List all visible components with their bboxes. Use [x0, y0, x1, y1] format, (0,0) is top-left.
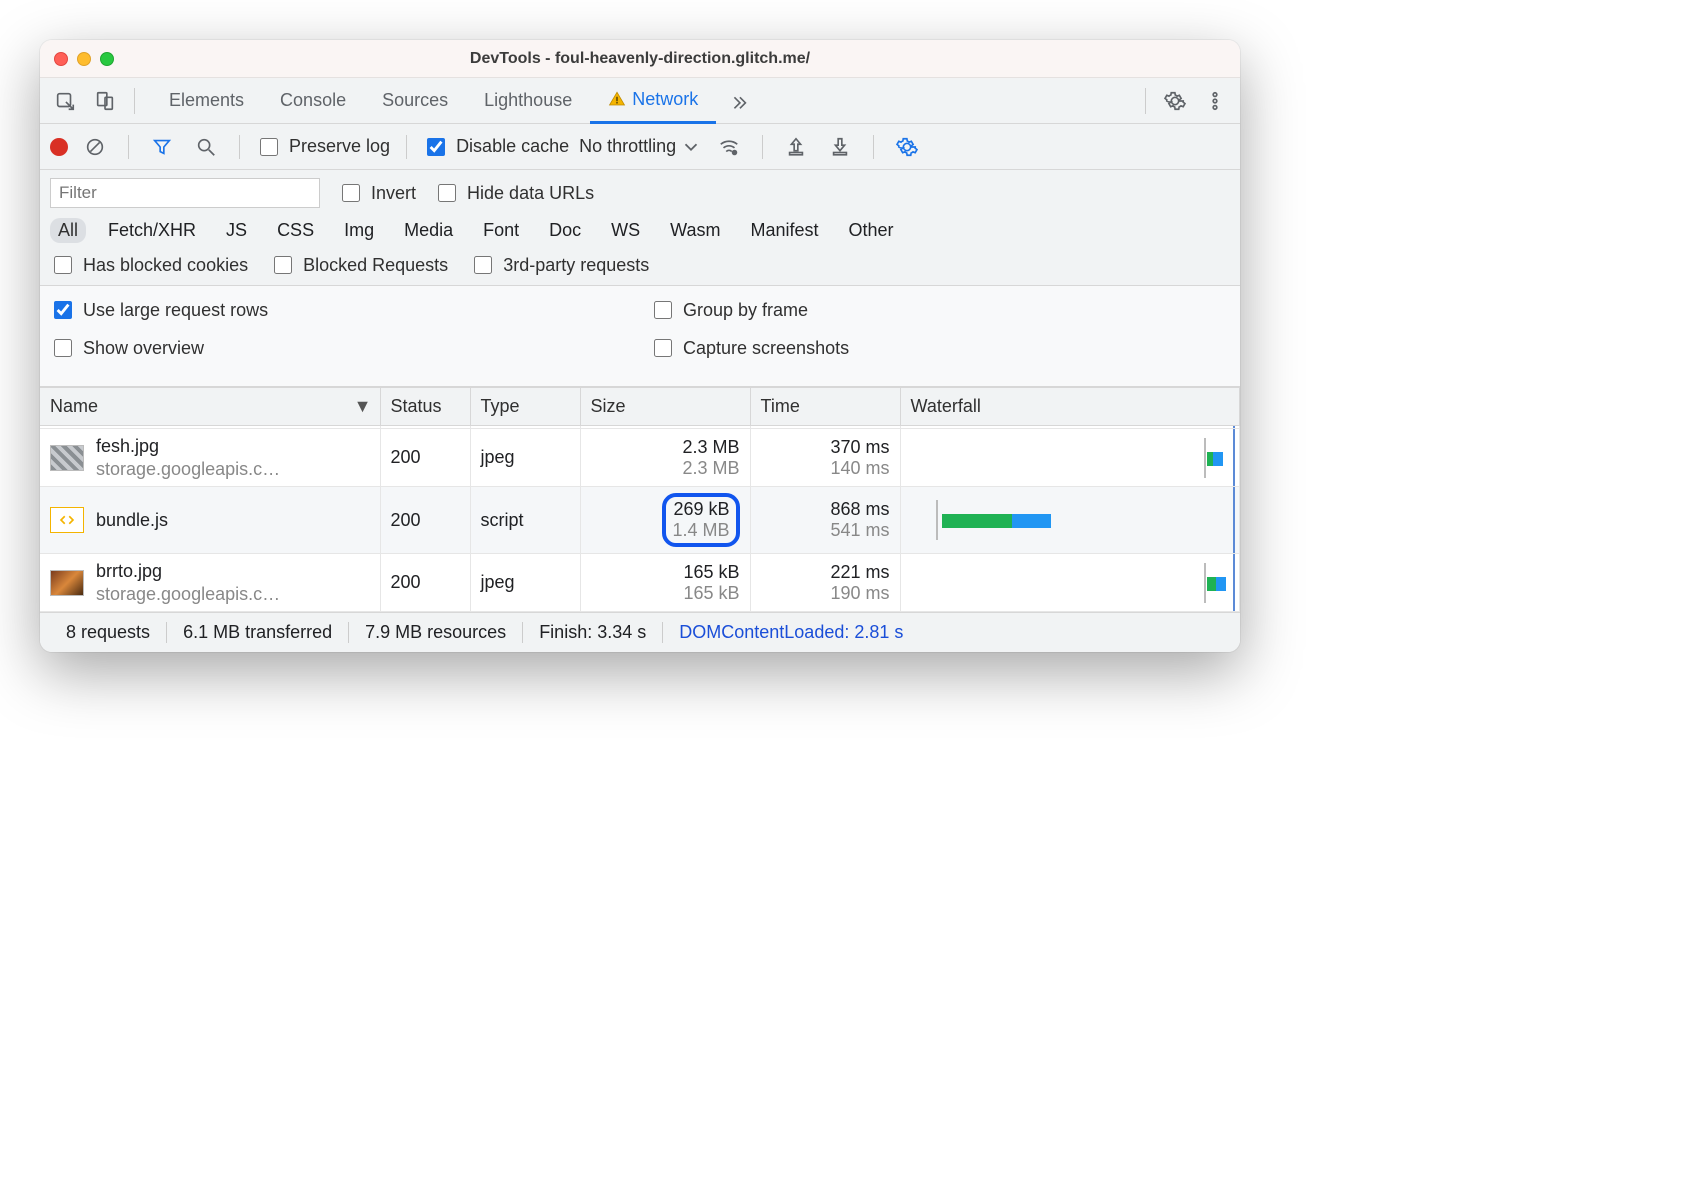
device-toggle-icon[interactable]	[88, 84, 122, 118]
tab-console[interactable]: Console	[262, 78, 364, 124]
col-waterfall[interactable]: Waterfall	[900, 388, 1240, 426]
minimize-icon[interactable]	[77, 52, 91, 66]
more-tabs-icon[interactable]	[722, 84, 756, 118]
request-waterfall	[900, 554, 1240, 612]
image-thumbnail-icon	[50, 570, 84, 596]
close-icon[interactable]	[54, 52, 68, 66]
type-css[interactable]: CSS	[269, 218, 322, 243]
request-waterfall	[900, 487, 1240, 554]
col-status[interactable]: Status	[380, 388, 470, 426]
status-resources: 7.9 MB resources	[349, 622, 523, 643]
col-name[interactable]: Name▼	[40, 388, 380, 426]
request-name: bundle.js	[96, 509, 168, 532]
inspect-element-icon[interactable]	[48, 84, 82, 118]
request-domain: storage.googleapis.c…	[96, 458, 280, 481]
type-media[interactable]: Media	[396, 218, 461, 243]
table-row[interactable]: bundle.js 200script269 kB1.4 MB868 ms541 …	[40, 487, 1240, 554]
table-row[interactable]: brrto.jpgstorage.googleapis.c… 200jpeg165…	[40, 554, 1240, 612]
request-size: 2.3 MB2.3 MB	[580, 429, 750, 487]
third-party-checkbox[interactable]: 3rd-party requests	[470, 253, 649, 277]
status-bar: 8 requests 6.1 MB transferred 7.9 MB res…	[40, 612, 1240, 652]
settings-gear-icon[interactable]	[1158, 84, 1192, 118]
type-manifest[interactable]: Manifest	[743, 218, 827, 243]
type-doc[interactable]: Doc	[541, 218, 589, 243]
large-rows-checkbox[interactable]: Use large request rows	[50, 298, 630, 322]
tab-network[interactable]: Network	[590, 78, 716, 124]
request-size: 165 kB165 kB	[580, 554, 750, 612]
type-wasm[interactable]: Wasm	[662, 218, 728, 243]
resource-type-filter: All Fetch/XHR JS CSS Img Media Font Doc …	[50, 218, 1230, 243]
request-type: jpeg	[470, 554, 580, 612]
status-finish: Finish: 3.34 s	[523, 622, 663, 643]
panel-tabs-row: Elements Console Sources Lighthouse Netw…	[40, 78, 1240, 124]
script-file-icon	[50, 507, 84, 533]
throttling-select[interactable]: No throttling	[579, 136, 702, 158]
type-fetchxhr[interactable]: Fetch/XHR	[100, 218, 204, 243]
request-status: 200	[380, 487, 470, 554]
hide-data-urls-checkbox[interactable]: Hide data URLs	[434, 181, 594, 205]
type-all[interactable]: All	[50, 218, 86, 243]
request-type: script	[470, 487, 580, 554]
type-other[interactable]: Other	[841, 218, 902, 243]
search-icon[interactable]	[189, 130, 223, 164]
chevron-down-icon	[680, 136, 702, 158]
request-name: brrto.jpg	[96, 560, 280, 583]
col-size[interactable]: Size	[580, 388, 750, 426]
capture-screenshots-checkbox[interactable]: Capture screenshots	[650, 336, 1230, 360]
requests-table: Name▼ Status Type Size Time Waterfall fe…	[40, 387, 1240, 612]
maximize-icon[interactable]	[100, 52, 114, 66]
request-size: 269 kB1.4 MB	[580, 487, 750, 554]
type-font[interactable]: Font	[475, 218, 527, 243]
filter-toggle-icon[interactable]	[145, 130, 179, 164]
network-options: Use large request rows Show overview Gro…	[40, 286, 1240, 387]
request-time: 868 ms541 ms	[750, 487, 900, 554]
table-header-row: Name▼ Status Type Size Time Waterfall	[40, 388, 1240, 426]
request-type: jpeg	[470, 429, 580, 487]
has-blocked-cookies-checkbox[interactable]: Has blocked cookies	[50, 253, 248, 277]
request-time: 221 ms190 ms	[750, 554, 900, 612]
network-settings-gear-icon[interactable]	[890, 130, 924, 164]
warning-icon	[608, 90, 626, 108]
window-titlebar: DevTools - foul-heavenly-direction.glitc…	[40, 40, 1240, 78]
kebab-menu-icon[interactable]	[1198, 84, 1232, 118]
tab-lighthouse[interactable]: Lighthouse	[466, 78, 590, 124]
record-button[interactable]	[50, 138, 68, 156]
clear-icon[interactable]	[78, 130, 112, 164]
status-requests: 8 requests	[50, 622, 167, 643]
traffic-lights	[54, 52, 114, 66]
status-transferred: 6.1 MB transferred	[167, 622, 349, 643]
status-dcl: DOMContentLoaded: 2.81 s	[663, 622, 919, 643]
panel-tabs: Elements Console Sources Lighthouse Netw…	[151, 78, 716, 124]
col-time[interactable]: Time	[750, 388, 900, 426]
sort-indicator-icon: ▼	[354, 396, 372, 417]
download-har-icon[interactable]	[823, 130, 857, 164]
type-js[interactable]: JS	[218, 218, 255, 243]
network-toolbar: Preserve log Disable cache No throttling	[40, 124, 1240, 170]
request-status: 200	[380, 554, 470, 612]
preserve-log-checkbox[interactable]: Preserve log	[256, 135, 390, 159]
request-name: fesh.jpg	[96, 435, 280, 458]
filter-input[interactable]	[50, 178, 320, 208]
disable-cache-checkbox[interactable]: Disable cache	[423, 135, 569, 159]
col-type[interactable]: Type	[470, 388, 580, 426]
invert-checkbox[interactable]: Invert	[338, 181, 416, 205]
blocked-requests-checkbox[interactable]: Blocked Requests	[270, 253, 448, 277]
devtools-window: DevTools - foul-heavenly-direction.glitc…	[40, 40, 1240, 652]
tab-sources[interactable]: Sources	[364, 78, 466, 124]
tab-elements[interactable]: Elements	[151, 78, 262, 124]
type-ws[interactable]: WS	[603, 218, 648, 243]
request-time: 370 ms140 ms	[750, 429, 900, 487]
filter-area: Invert Hide data URLs All Fetch/XHR JS C…	[40, 170, 1240, 286]
type-img[interactable]: Img	[336, 218, 382, 243]
show-overview-checkbox[interactable]: Show overview	[50, 336, 630, 360]
image-thumbnail-icon	[50, 445, 84, 471]
upload-har-icon[interactable]	[779, 130, 813, 164]
request-status: 200	[380, 429, 470, 487]
network-conditions-icon[interactable]	[712, 130, 746, 164]
window-title: DevTools - foul-heavenly-direction.glitc…	[40, 50, 1240, 68]
table-row[interactable]: fesh.jpgstorage.googleapis.c… 200jpeg2.3 …	[40, 429, 1240, 487]
group-by-frame-checkbox[interactable]: Group by frame	[650, 298, 1230, 322]
request-waterfall	[900, 429, 1240, 487]
request-domain: storage.googleapis.c…	[96, 583, 280, 606]
